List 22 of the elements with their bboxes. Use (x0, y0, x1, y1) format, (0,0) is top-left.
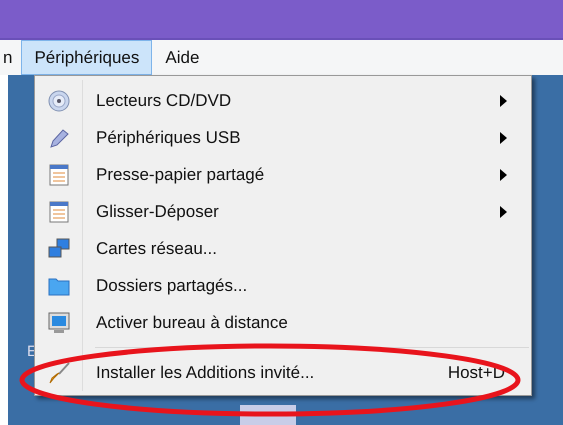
menu-bar-item[interactable]: n (0, 40, 22, 75)
menu-item[interactable]: Périphériques USB (35, 119, 531, 156)
menu-item[interactable]: Activer bureau à distance (35, 304, 531, 341)
pen-icon (48, 126, 70, 148)
submenu-arrow-icon (500, 132, 507, 144)
menu-item[interactable]: Cartes réseau... (35, 230, 531, 267)
monitor-icon (48, 312, 70, 334)
folder-icon (48, 276, 70, 296)
submenu-arrow-icon (500, 206, 507, 218)
submenu-arrow-icon (500, 94, 507, 106)
disc-icon (48, 90, 70, 112)
menu-item[interactable]: Glisser-Déposer (35, 193, 531, 230)
menu-bar-item[interactable]: Périphériques (21, 40, 152, 75)
submenu-arrow-icon (500, 168, 507, 180)
network-icon (48, 238, 70, 260)
brush-icon (48, 362, 70, 384)
menu-bar-item[interactable]: Aide (152, 40, 212, 75)
menu-item[interactable]: Presse-papier partagé (35, 156, 531, 193)
menu-item[interactable]: Lecteurs CD/DVD (35, 82, 531, 119)
table-icon (49, 200, 69, 222)
table-icon (49, 164, 69, 186)
menu-item[interactable]: Dossiers partagés... (35, 267, 531, 304)
